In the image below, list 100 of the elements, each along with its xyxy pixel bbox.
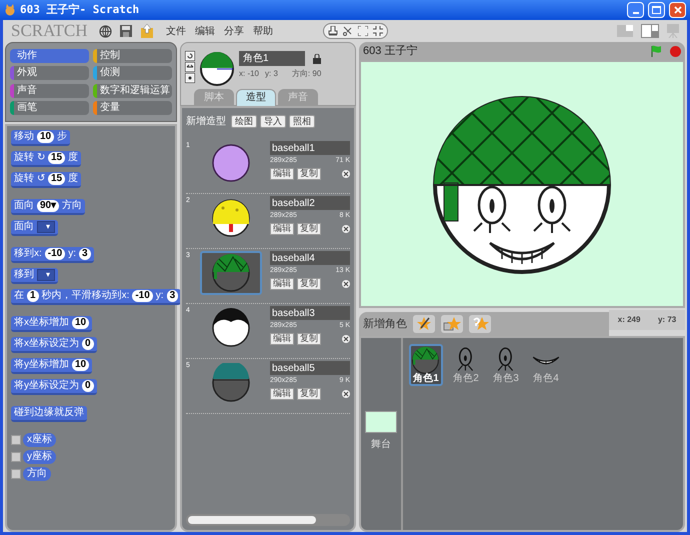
category-button[interactable]: 外观 — [10, 66, 89, 80]
costume-name-field[interactable]: baseball2 — [270, 196, 350, 210]
stage-thumbnail[interactable] — [365, 411, 397, 433]
number-input[interactable]: 1 — [27, 290, 39, 302]
motion-block[interactable]: 移到 ▾ — [11, 268, 58, 284]
scissors-icon[interactable] — [343, 26, 353, 36]
costume-name-field[interactable]: baseball1 — [270, 141, 350, 155]
block-label: 将x坐标增加 — [14, 318, 69, 328]
motion-block[interactable]: 将y坐标增加 10 — [11, 358, 92, 374]
menu-item[interactable]: 分享 — [224, 24, 244, 38]
costume-button[interactable]: 绘图 — [231, 115, 257, 128]
direction-dropdown[interactable]: 90▾ — [37, 200, 60, 212]
minimize-button[interactable] — [627, 2, 644, 18]
number-input[interactable]: 15 — [48, 173, 66, 185]
category-button[interactable]: 变量 — [93, 100, 172, 115]
globe-icon[interactable] — [99, 24, 112, 38]
delete-icon[interactable] — [342, 280, 350, 288]
motion-block[interactable]: 在 1 秒内，平滑移动到x: -10 y: 3 — [11, 289, 182, 305]
close-button[interactable] — [669, 2, 686, 18]
category-button[interactable]: 数字和逻辑运算 — [93, 84, 172, 98]
checkbox[interactable] — [11, 435, 21, 445]
motion-block[interactable]: 移动 10 步 — [11, 130, 70, 146]
reporter-block[interactable]: x座标 — [23, 433, 56, 447]
flag-icon[interactable] — [650, 45, 662, 57]
motion-block[interactable]: 将y坐标设定为 0 — [11, 379, 97, 395]
grow-icon[interactable] — [358, 26, 368, 36]
edit-button[interactable]: 编辑 — [270, 388, 294, 400]
shrink-icon[interactable] — [373, 26, 383, 36]
motion-block[interactable]: 面向 90▾ 方向 — [11, 199, 86, 215]
sprite-y: y: 3 — [265, 68, 278, 80]
number-input[interactable]: 10 — [72, 359, 90, 371]
sprite-dropdown[interactable]: ▾ — [37, 221, 55, 233]
delete-icon[interactable] — [342, 334, 350, 342]
reporter-block[interactable]: 方向 — [23, 467, 51, 481]
copy-button[interactable]: 复制 — [297, 278, 321, 290]
number-input[interactable]: -10 — [132, 290, 153, 302]
sprite-name: 角色3 — [493, 374, 519, 384]
costume-button[interactable]: 导入 — [260, 115, 286, 128]
rotate-icon[interactable] — [185, 51, 195, 61]
motion-block[interactable]: 旋转 ↻ 15 度 — [11, 151, 82, 167]
number-input[interactable]: 0 — [82, 380, 94, 392]
motion-block[interactable]: 将x坐标设定为 0 — [11, 337, 97, 353]
reporter-block[interactable]: y座标 — [23, 450, 56, 464]
edit-button[interactable]: 编辑 — [270, 278, 294, 290]
number-input[interactable]: 15 — [48, 152, 66, 164]
category-button[interactable]: 画笔 — [10, 100, 89, 115]
block-label: y: — [156, 291, 164, 301]
sprite-name: 角色2 — [453, 374, 479, 384]
number-input[interactable]: -10 — [44, 248, 66, 260]
menu-item[interactable]: 帮助 — [253, 24, 273, 38]
number-input[interactable]: 0 — [82, 338, 94, 350]
motion-block[interactable]: 碰到边缘就反弹 — [11, 406, 87, 422]
new-costume-label: 新增造型 — [186, 114, 226, 129]
helmet-face-thumbnail — [211, 253, 251, 293]
motion-block[interactable]: 移到x: -10 y: 3 — [11, 247, 94, 263]
costume-button[interactable]: 照相 — [289, 115, 315, 128]
checkbox[interactable] — [11, 469, 21, 479]
motion-block[interactable]: 将x坐标增加 10 — [11, 316, 92, 332]
copy-button[interactable]: 复制 — [297, 168, 321, 180]
category-button[interactable]: 侦测 — [93, 66, 172, 80]
number-input[interactable]: 3 — [166, 290, 178, 302]
tab[interactable]: 造型 — [236, 89, 276, 106]
copy-button[interactable]: 复制 — [297, 222, 321, 234]
category-button[interactable]: 动作 — [10, 49, 89, 63]
delete-icon[interactable] — [342, 224, 350, 232]
block-label: 方向 — [62, 201, 82, 211]
costume-name-field[interactable]: baseball5 — [270, 361, 350, 375]
sprite-dropdown[interactable]: ▾ — [37, 269, 55, 281]
sprite-tile[interactable]: 角色1 — [409, 344, 443, 386]
checkbox[interactable] — [11, 452, 21, 462]
edit-button[interactable]: 编辑 — [270, 332, 294, 344]
lock-icon[interactable] — [313, 54, 321, 64]
motion-block[interactable]: 面向 ▾ — [11, 220, 58, 236]
window-title: 603 王子宁- Scratch — [20, 2, 140, 18]
scrollbar-thumb[interactable] — [188, 516, 316, 524]
costume-name-field[interactable]: baseball3 — [270, 306, 350, 320]
delete-icon[interactable] — [342, 390, 350, 398]
motion-block[interactable]: 旋转 ↺ 15 度 — [11, 172, 82, 188]
edit-button[interactable]: 编辑 — [270, 168, 294, 180]
copy-button[interactable]: 复制 — [297, 388, 321, 400]
maximize-button[interactable] — [648, 2, 665, 18]
no-rotate-icon[interactable] — [185, 73, 195, 83]
save-icon[interactable] — [120, 25, 132, 37]
edit-button[interactable]: 编辑 — [270, 222, 294, 234]
normal-stage-icon[interactable] — [641, 24, 659, 38]
menu-item[interactable]: 文件 — [166, 24, 186, 38]
copy-button[interactable]: 复制 — [297, 332, 321, 344]
number-input[interactable]: 10 — [72, 317, 90, 329]
share-icon[interactable] — [140, 24, 154, 38]
stamp-icon[interactable] — [328, 26, 338, 36]
number-input[interactable]: 10 — [37, 131, 54, 143]
costume-name-field[interactable]: baseball4 — [270, 251, 350, 265]
menu-item[interactable]: 编辑 — [195, 24, 215, 38]
flip-icon[interactable] — [185, 62, 195, 72]
delete-icon[interactable] — [342, 170, 350, 178]
category-button[interactable]: 声音 — [10, 84, 89, 98]
sprite-name-field[interactable]: 角色1 — [239, 51, 305, 66]
selected-costume-highlight[interactable] — [200, 251, 262, 295]
number-input[interactable]: 3 — [79, 248, 91, 260]
category-button[interactable]: 控制 — [93, 49, 172, 63]
